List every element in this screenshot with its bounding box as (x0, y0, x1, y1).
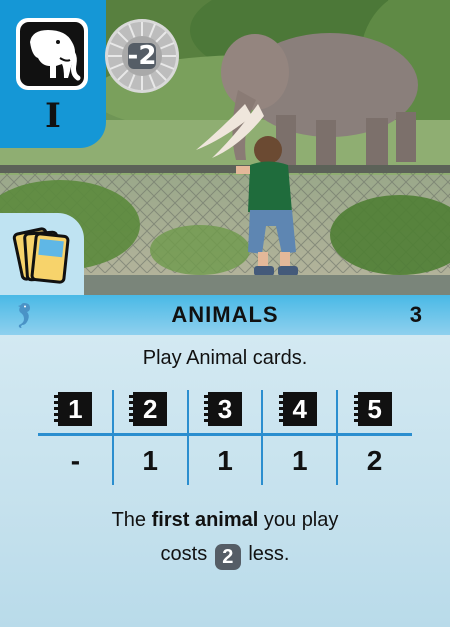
cost-badge: 2 (214, 544, 241, 570)
card-title: ANIMALS (171, 302, 279, 327)
elephant-icon-frame (16, 18, 88, 90)
card-number: 3 (409, 302, 422, 327)
table-header-2: 2 (129, 392, 168, 426)
table-value-2: 1 (142, 445, 158, 476)
action-card[interactable]: I -2 ANIMALS 3 Play Animal cards. 1 2 3 … (0, 0, 450, 627)
table-value-5: 2 (366, 445, 383, 476)
table-header-5: 5 (353, 392, 392, 426)
table-header-1: 1 (54, 392, 93, 426)
card-description: Play Animal cards. (142, 347, 308, 369)
strength-table: 1 2 3 4 5 - 1 1 1 2 (38, 390, 412, 485)
effect-bold: first animal (151, 509, 259, 531)
card-body: Play Animal cards. 1 2 3 4 5 - 1 1 1 2 T… (0, 335, 450, 627)
coin-value: -2 (127, 41, 157, 71)
title-bar: ANIMALS 3 (0, 295, 450, 335)
table-value-1: - (70, 445, 81, 476)
table-value-4: 1 (292, 445, 308, 476)
table-value-3: 1 (217, 445, 233, 476)
table-header-4: 4 (278, 392, 317, 426)
level-numeral: I (45, 96, 61, 136)
elephant-icon (30, 30, 81, 81)
effect-line-1: The first animal you play (111, 509, 339, 531)
card-stack-icon (12, 227, 70, 284)
table-header-3: 3 (203, 392, 242, 426)
corner-panel: I (0, 0, 106, 148)
effect-line-2: costs 2 less. (160, 543, 290, 570)
table-divider (38, 433, 412, 436)
effect-text: The first animal you play costs 2 less. (0, 503, 450, 571)
cards-tab (0, 213, 84, 297)
